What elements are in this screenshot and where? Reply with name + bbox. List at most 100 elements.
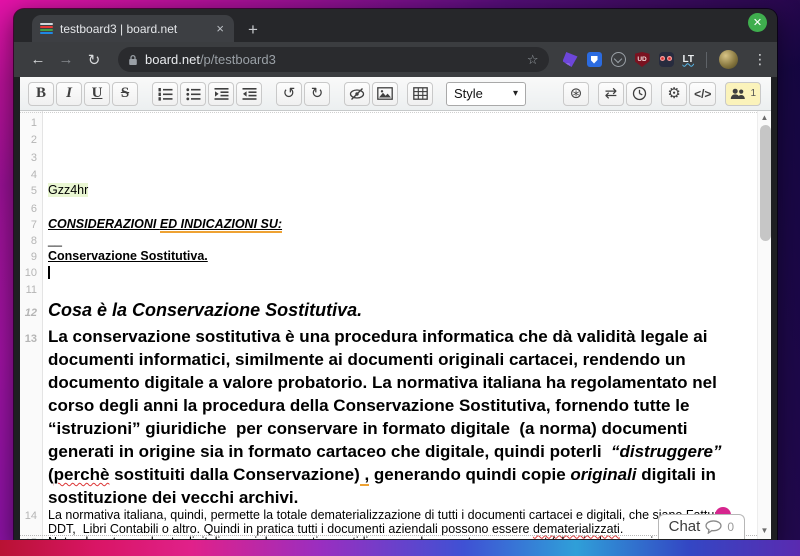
clear-authorship-button[interactable] <box>344 82 370 106</box>
line-number: 11 <box>20 283 42 298</box>
new-tab-button[interactable]: + <box>248 21 258 38</box>
doc-line-14: 14La normativa italiana, quindi, permett… <box>20 509 757 536</box>
chat-bubble-icon <box>705 520 722 534</box>
tab-close-icon[interactable]: × <box>214 22 226 35</box>
reload-icon[interactable]: ↻ <box>82 51 106 69</box>
scroll-up-icon[interactable]: ▲ <box>758 113 771 122</box>
address-bar[interactable]: board.net/p/testboard3 ☆ <box>118 47 549 72</box>
author-highlighted-text: Gzz4hr <box>48 183 88 197</box>
insert-image-button[interactable] <box>372 82 398 106</box>
doc-paragraph: La normativa italiana, quindi, permette … <box>42 509 757 536</box>
page-frame: B I U S ↺ ↻ <box>20 77 771 539</box>
doc-line-5: 5 Gzz4hr <box>20 183 757 199</box>
line-number: 12 <box>20 301 42 325</box>
doc-line-9: 9 Conservazione Sostitutiva. <box>20 249 757 265</box>
bookmark-star-icon[interactable]: ☆ <box>527 52 539 68</box>
editor-toolbar: B I U S ↺ ↻ <box>20 77 771 111</box>
url-text: board.net/p/testboard3 <box>145 52 276 67</box>
doc-line-1: 1 <box>20 113 757 131</box>
line-number: 14 <box>20 510 42 524</box>
spellcheck-red: document <box>416 535 471 539</box>
save-revision-button[interactable]: ⊛ <box>563 82 589 106</box>
editor-toolbar-right: ⊛ ⇄ ⚙ </> 1 <box>563 82 763 106</box>
spellcheck-orange: , <box>360 465 369 486</box>
doc-paragraph: La conservazione sostitutiva è una proce… <box>42 325 757 509</box>
doc-line-7: 7CONSIDERAZIONI ED INDICAZIONI SU: <box>20 217 757 233</box>
line-number: 5 <box>20 184 42 199</box>
purple-extension-icon[interactable]: 10 <box>563 52 578 67</box>
adblock-extension-icon[interactable]: UD <box>635 52 650 67</box>
line-number: 13 <box>20 328 42 351</box>
window-close-button[interactable]: ✕ <box>748 13 767 32</box>
forward-icon[interactable]: → <box>54 51 78 68</box>
scroll-down-icon[interactable]: ▼ <box>758 526 771 535</box>
connected-users-button[interactable]: 1 <box>725 82 761 106</box>
unordered-list-button[interactable] <box>180 82 206 106</box>
doc-line-12: 12Cosa è la Conservazione Sostitutiva. <box>20 298 757 325</box>
doc-line-2: 2 <box>20 131 757 149</box>
browser-toolbar: ← → ↻ board.net/p/testboard3 ☆ 10 UD LT … <box>14 42 777 77</box>
line-number: 1 <box>20 116 42 131</box>
style-dropdown-value: Style <box>454 86 483 101</box>
back-icon[interactable]: ← <box>26 51 50 68</box>
doc-subheading: Conservazione Sostitutiva. <box>48 249 208 263</box>
ordered-list-button[interactable] <box>152 82 178 106</box>
languagetool-extension-icon[interactable]: LT <box>683 55 694 65</box>
chat-label: Chat <box>669 518 701 535</box>
browser-menu-icon[interactable]: ⋮ <box>753 51 767 68</box>
insert-table-button[interactable] <box>407 82 433 106</box>
lock-icon <box>128 54 138 66</box>
scrollbar[interactable]: ▲ ▼ <box>757 111 771 539</box>
line-number: 9 <box>20 250 42 265</box>
profile-avatar[interactable] <box>719 50 738 69</box>
redo-button[interactable]: ↻ <box>304 82 330 106</box>
settings-button[interactable]: ⚙ <box>661 82 687 106</box>
indent-button[interactable] <box>208 82 234 106</box>
line-number: 4 <box>20 168 42 183</box>
spellcheck-red: perchè <box>54 465 110 484</box>
doc-line-11: 11 <box>20 281 757 299</box>
board-favicon-icon <box>40 22 53 35</box>
scrollbar-thumb[interactable] <box>760 125 771 241</box>
extension-badge: 10 <box>559 63 571 72</box>
line-number: 15 <box>20 537 42 539</box>
chat-count: 0 <box>727 520 734 534</box>
chevron-down-icon: ▾ <box>513 88 518 99</box>
line-number: 3 <box>20 151 42 166</box>
spellcheck-red: dematerializzati <box>533 522 620 536</box>
line-number: 10 <box>20 266 42 281</box>
timeslider-button[interactable] <box>626 82 652 106</box>
spellcheck-orange: ED INDICAZIONI SU: <box>160 217 282 233</box>
editor-content[interactable]: 1 2 3 4 5 Gzz4hr 6 7CONSIDERAZIONI ED IND… <box>20 111 771 539</box>
underscore-mark: __ <box>48 233 62 247</box>
text-caret <box>48 266 50 279</box>
import-export-button[interactable]: ⇄ <box>598 82 624 106</box>
style-dropdown[interactable]: Style ▾ <box>446 82 526 106</box>
doc-heading: CONSIDERAZIONI ED INDICAZIONI SU: <box>48 217 282 233</box>
doc-line-15: 15Naturalmente non basta digitalizzare i… <box>20 536 757 539</box>
doc-line-3: 3 <box>20 148 757 166</box>
users-icon <box>730 88 747 100</box>
undo-button[interactable]: ↺ <box>276 82 302 106</box>
document-lines[interactable]: 1 2 3 4 5 Gzz4hr 6 7CONSIDERAZIONI ED IND… <box>20 111 757 539</box>
italic-button[interactable]: I <box>56 82 82 106</box>
embed-share-button[interactable]: </> <box>689 82 716 106</box>
browser-tab[interactable]: testboard3 | board.net × <box>32 15 234 42</box>
browser-window: testboard3 | board.net × + ✕ ← → ↻ board… <box>14 9 777 545</box>
doc-title: Cosa è la Conservazione Sostitutiva. <box>42 298 757 322</box>
chat-widget[interactable]: Chat 0 <box>658 514 745 539</box>
line-number: 6 <box>20 202 42 217</box>
tab-title: testboard3 | board.net <box>60 22 207 36</box>
doc-line-10: 10 <box>20 265 757 281</box>
underline-button[interactable]: U <box>84 82 110 106</box>
strikethrough-button[interactable]: S <box>112 82 138 106</box>
line-number: 2 <box>20 133 42 148</box>
privacy-extension-icon[interactable] <box>659 52 674 67</box>
pocket-extension-icon[interactable] <box>611 52 626 67</box>
tab-strip: testboard3 | board.net × + ✕ <box>14 9 777 42</box>
password-manager-extension-icon[interactable] <box>587 52 602 67</box>
bold-button[interactable]: B <box>28 82 54 106</box>
users-count: 1 <box>750 88 756 99</box>
outdent-button[interactable] <box>236 82 262 106</box>
doc-line-4: 4 <box>20 166 757 184</box>
